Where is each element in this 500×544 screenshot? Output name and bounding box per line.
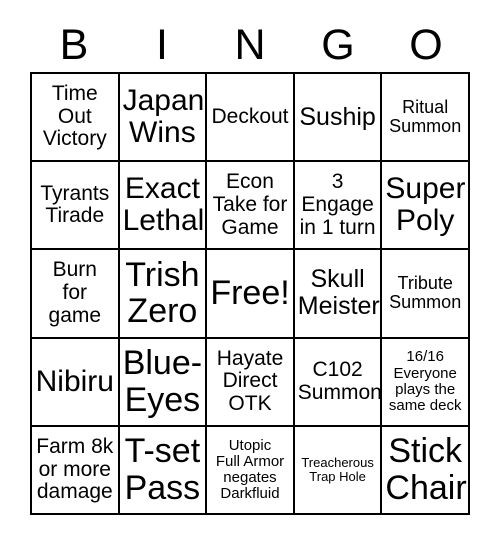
bingo-cell[interactable]: Trish Zero [119,250,208,339]
bingo-cell-label: Ritual Summon [389,96,462,137]
bingo-cell-label: Time Out Victory [42,82,107,151]
bingo-cell[interactable]: Ritual Summon [382,74,470,163]
bingo-cell-label: Japan Wins [122,83,205,150]
bingo-cell[interactable]: Deckout [207,74,295,163]
bingo-cell-label: Tribute Summon [389,273,462,313]
bingo-cell[interactable]: Time Out Victory [32,74,120,163]
bingo-cell-label: Suship [299,102,376,131]
bingo-cell[interactable]: C102 Summon [294,338,383,427]
bingo-cell-label: Stick Chair [385,432,467,507]
bingo-cell[interactable]: Stick Chair [382,426,470,515]
bingo-cell-label: Nibiru [35,364,114,398]
bingo-cell[interactable]: Burn for game [32,250,120,339]
bingo-cell-label: Super Poly [385,171,466,238]
bingo-cell-label: Trish Zero [125,255,200,331]
bingo-cell-label: Econ Take for Game [212,170,288,239]
bingo-cell[interactable]: 16/16 Everyone plays the same deck [382,338,470,427]
bingo-cell-label: Blue- Eyes [122,343,203,419]
bingo-cell-label: 16/16 Everyone plays the same deck [388,348,462,414]
bingo-cell-label: Farm 8k or more damage [36,434,114,504]
bingo-cell-label: Tyrants Tirade [40,181,110,228]
bingo-grid: Time Out Victory Japan Wins Deckout Suship R… [30,72,470,515]
bingo-cell[interactable]: Skull Meister [294,250,383,339]
bingo-cell[interactable]: Econ Take for Game [207,162,295,251]
bingo-cell-label: Deckout [211,104,289,128]
bingo-cell[interactable]: Farm 8k or more damage [32,426,120,515]
bingo-cell-label: Hayate Direct OTK [216,346,284,416]
header-letter-n: N [234,20,266,69]
bingo-cell-label: Utopic Full Armor negates Darkfluid [215,436,285,503]
bingo-cell[interactable]: Hayate Direct OTK [207,338,295,427]
bingo-cell[interactable]: Tribute Summon [382,250,470,339]
bingo-cell[interactable]: Super Poly [382,162,470,251]
header-letter-g: G [321,20,355,69]
bingo-cell-label: Treacherous Trap Hole [301,454,374,484]
bingo-cell-label: Skull Meister [297,265,380,321]
bingo-cell-free[interactable]: Free! [207,250,295,339]
bingo-cell-label: Exact Lethal [122,171,205,238]
bingo-cell[interactable]: Blue- Eyes [119,338,208,427]
header-letter-o: O [409,20,443,69]
bingo-header: B I N G O [30,18,470,72]
bingo-cell-label: T-set Pass [124,432,201,507]
bingo-cell[interactable]: T-set Pass [119,426,208,515]
header-letter-b: B [59,20,89,69]
bingo-cell-label: 3 Engage in 1 turn [299,170,376,239]
bingo-cell-label: Burn for game [48,258,102,327]
bingo-cell[interactable]: Utopic Full Armor negates Darkfluid [207,426,295,515]
bingo-cell[interactable]: Nibiru [32,338,120,427]
bingo-cell-label: Free! [210,274,290,313]
bingo-cell[interactable]: Japan Wins [119,74,208,163]
bingo-cell[interactable]: Exact Lethal [119,162,208,251]
bingo-cell[interactable]: Treacherous Trap Hole [294,426,383,515]
header-letter-i: I [156,20,168,69]
bingo-cell-label: C102 Summon [297,358,382,404]
bingo-card: B I N G O Time Out Victory Japan Wins Deck… [0,0,500,544]
bingo-cell[interactable]: Tyrants Tirade [32,162,120,251]
bingo-cell[interactable]: 3 Engage in 1 turn [294,162,383,251]
bingo-cell[interactable]: Suship [294,74,383,163]
